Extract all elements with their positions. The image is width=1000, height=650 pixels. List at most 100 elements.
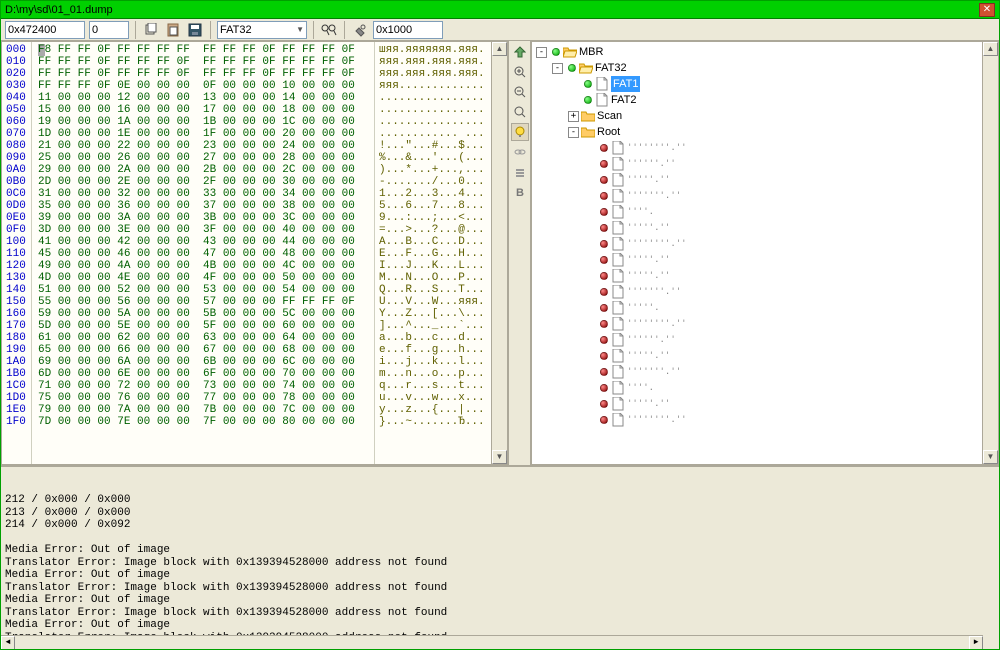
tree-node-mbr[interactable]: MBR [579, 44, 603, 60]
zoom-in-icon[interactable] [511, 63, 529, 81]
file-icon [611, 333, 625, 347]
file-icon [611, 285, 625, 299]
file-icon [611, 317, 625, 331]
zoom-out-icon[interactable] [511, 83, 529, 101]
index-input[interactable] [89, 21, 129, 39]
tree-entry[interactable]: ''''''''.'' [627, 412, 687, 428]
file-icon [595, 93, 609, 107]
led-green-icon [568, 64, 576, 72]
tree-entry[interactable]: ''''''.'' [627, 332, 676, 348]
hex-pane: 000 010 020 030 040 050 060 070 080 090 … [1, 41, 509, 465]
scroll-right-icon[interactable]: ► [969, 636, 983, 649]
expander[interactable]: - [536, 47, 547, 58]
file-icon [611, 173, 625, 187]
tree-entry[interactable]: ''''''''.'' [627, 236, 687, 252]
log-pane: 212 / 0x000 / 0x000 213 / 0x000 / 0x000 … [1, 465, 999, 649]
address-input[interactable] [5, 21, 85, 39]
save-icon[interactable] [186, 21, 204, 39]
file-icon [611, 189, 625, 203]
offset-input[interactable] [373, 21, 443, 39]
folder-icon [581, 109, 595, 123]
led-red-icon [600, 272, 608, 280]
folder-open-icon [563, 45, 577, 59]
tree-node-fat32[interactable]: FAT32 [595, 60, 627, 76]
tree-node-fat1[interactable]: FAT1 [611, 76, 640, 92]
file-icon [595, 77, 609, 91]
led-red-icon [600, 208, 608, 216]
fs-combo[interactable]: FAT32▼ [217, 21, 307, 39]
tree-entry[interactable]: '''''.'' [627, 220, 670, 236]
tree-entry[interactable]: ''''''.'' [627, 156, 676, 172]
svg-text:B: B [516, 187, 524, 198]
titlebar: D:\my\sd\01_01.dump ✕ [1, 1, 999, 19]
nav-out-icon[interactable] [511, 43, 529, 61]
paste-icon[interactable] [164, 21, 182, 39]
file-icon [611, 397, 625, 411]
bulb-icon[interactable] [511, 123, 529, 141]
tree-entry[interactable]: '''''.'' [627, 348, 670, 364]
tree-entry[interactable]: '''''.'' [627, 172, 670, 188]
tree-entry[interactable]: ''''''''.'' [627, 140, 687, 156]
tree-scrollbar[interactable]: ▲ ▼ [982, 42, 998, 464]
led-red-icon [600, 144, 608, 152]
hex-ascii[interactable]: шяя.яяяяяяя.яяя. яяя.яяя.яяя.яяя. яяя.яя… [374, 42, 491, 464]
file-icon [611, 157, 625, 171]
toolbar: FAT32▼ [1, 19, 999, 41]
file-icon [611, 221, 625, 235]
expander[interactable]: - [552, 63, 563, 74]
tree-entry[interactable]: '''''.'' [627, 252, 670, 268]
bold-icon[interactable]: B [511, 183, 529, 201]
hex-scrollbar[interactable]: ▲ ▼ [491, 42, 507, 464]
tree-node-fat2[interactable]: FAT2 [611, 92, 636, 108]
side-toolstrip: B [509, 41, 531, 465]
led-red-icon [600, 400, 608, 408]
folder-open-icon [579, 61, 593, 75]
led-red-icon [600, 176, 608, 184]
find-icon[interactable] [320, 21, 338, 39]
scroll-down-icon[interactable]: ▼ [492, 450, 507, 464]
stack-icon[interactable] [511, 163, 529, 181]
led-red-icon [600, 416, 608, 424]
tree-node-root[interactable]: Root [597, 124, 620, 140]
tree-entry[interactable]: ''''. [627, 204, 654, 220]
log-hscroll[interactable]: ◄ ► [1, 635, 983, 649]
led-red-icon [600, 240, 608, 248]
tree-entry[interactable]: ''''. [627, 380, 654, 396]
scroll-left-icon[interactable]: ◄ [1, 636, 15, 649]
tools-icon[interactable] [351, 21, 369, 39]
file-icon [611, 365, 625, 379]
tree-node-scan[interactable]: Scan [597, 108, 622, 124]
led-red-icon [600, 384, 608, 392]
led-green-icon [584, 96, 592, 104]
copy-icon[interactable] [142, 21, 160, 39]
close-button[interactable]: ✕ [979, 3, 995, 17]
file-icon [611, 381, 625, 395]
expander[interactable]: - [568, 127, 579, 138]
expander[interactable]: + [568, 111, 579, 122]
tree-entry[interactable]: '''''.'' [627, 268, 670, 284]
file-icon [611, 141, 625, 155]
file-icon [611, 269, 625, 283]
tree-entry[interactable]: '''''''.'' [627, 284, 681, 300]
led-red-icon [600, 320, 608, 328]
led-red-icon [600, 256, 608, 264]
scroll-up-icon[interactable]: ▲ [983, 42, 998, 56]
structure-tree[interactable]: -MBR-FAT32FAT1FAT2+Scan-Root''''''''.'''… [532, 42, 982, 464]
tree-entry[interactable]: '''''''.'' [627, 364, 681, 380]
led-red-icon [600, 368, 608, 376]
led-red-icon [600, 304, 608, 312]
tree-entry[interactable]: '''''.'' [627, 396, 670, 412]
zoom-view-icon[interactable] [511, 103, 529, 121]
scroll-up-icon[interactable]: ▲ [492, 42, 507, 56]
scroll-down-icon[interactable]: ▼ [983, 450, 998, 464]
led-green-icon [584, 80, 592, 88]
link-icon[interactable] [511, 143, 529, 161]
main: 000 010 020 030 040 050 060 070 080 090 … [1, 41, 999, 465]
tree-entry[interactable]: '''''''.'' [627, 188, 681, 204]
file-icon [611, 237, 625, 251]
tree-entry[interactable]: ''''''''.'' [627, 316, 687, 332]
hex-bytes[interactable]: F8 FF FF 0F FF FF FF FF FF FF FF 0F FF F… [32, 42, 374, 464]
tree-entry[interactable]: '''''. [627, 300, 660, 316]
log-text[interactable]: 212 / 0x000 / 0x000 213 / 0x000 / 0x000 … [5, 494, 995, 649]
led-green-icon [552, 48, 560, 56]
